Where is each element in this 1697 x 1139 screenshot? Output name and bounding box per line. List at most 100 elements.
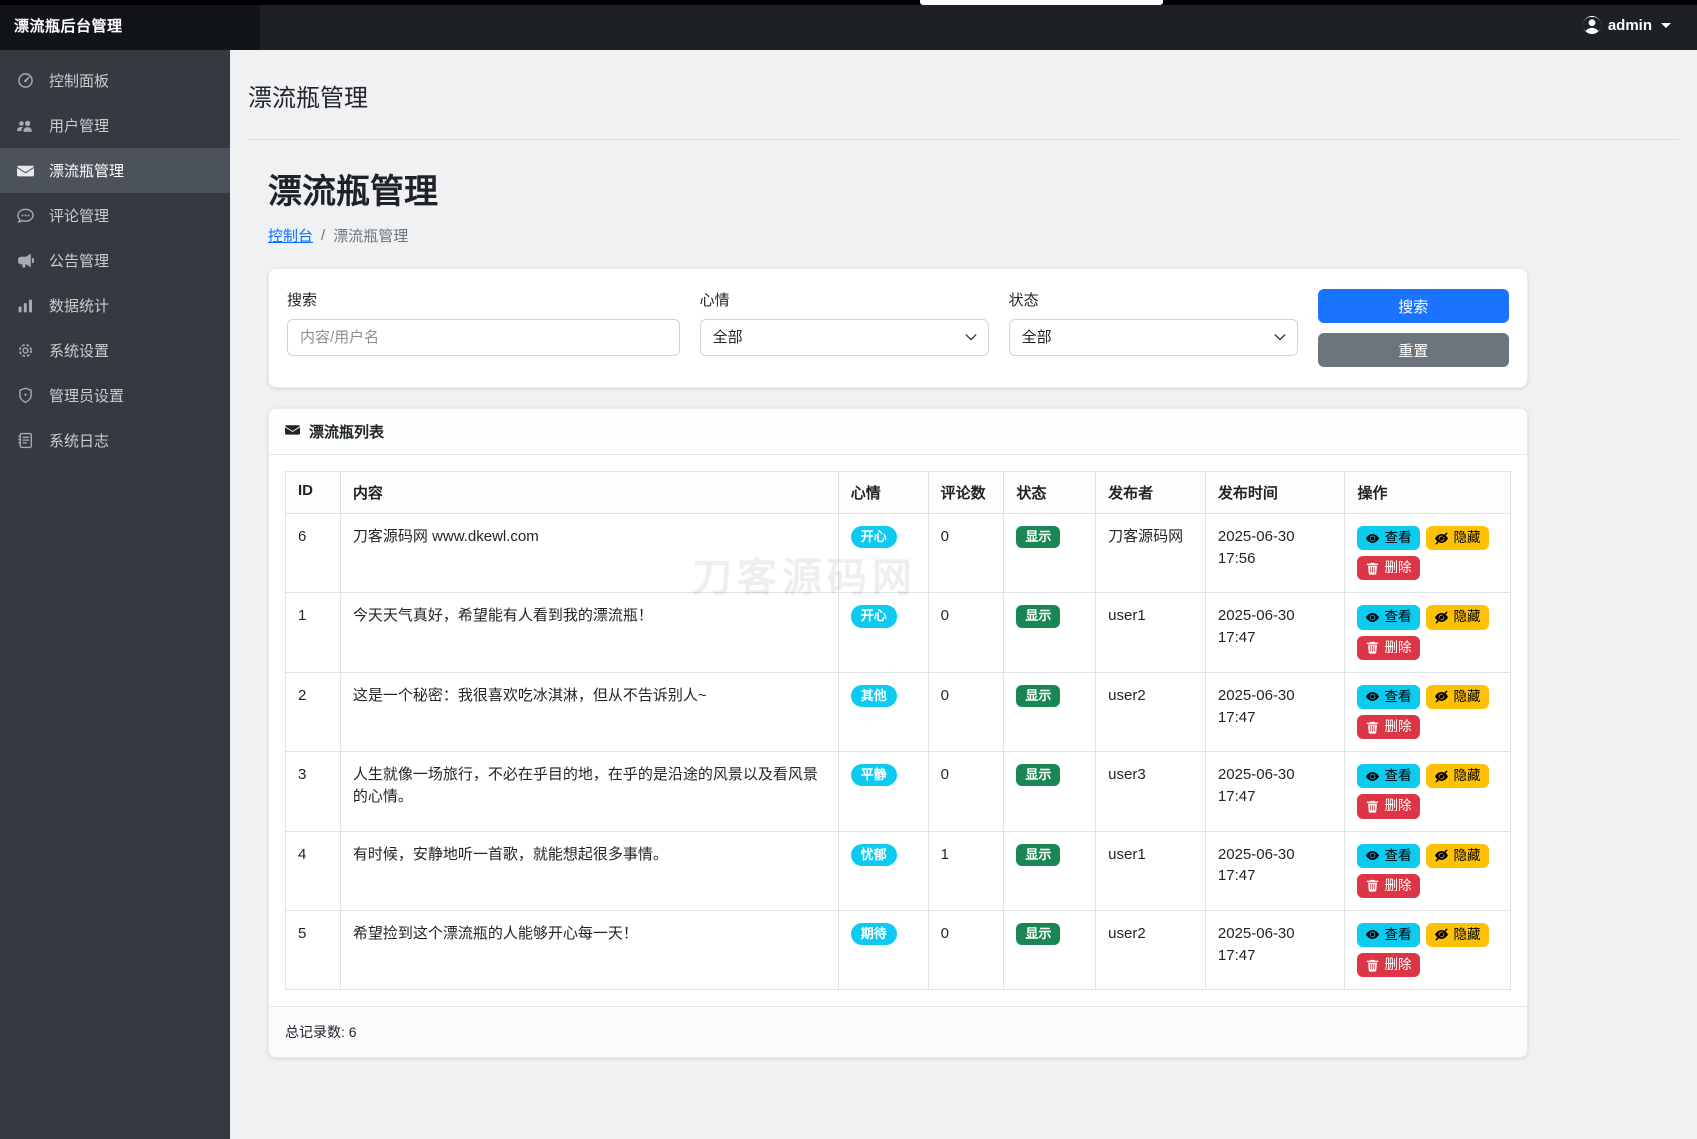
- sidebar-item-label: 系统设置: [49, 340, 109, 361]
- sidebar-item-bottles[interactable]: 漂流瓶管理: [0, 148, 230, 193]
- users-icon: [17, 117, 34, 134]
- sidebar-item-users[interactable]: 用户管理: [0, 103, 230, 148]
- cell-status: 显示: [1004, 910, 1096, 989]
- col-status: 状态: [1004, 472, 1096, 514]
- cell-time: 2025-06-30 17:47: [1205, 672, 1345, 751]
- hide-button[interactable]: 隐藏: [1426, 844, 1489, 868]
- table-row: 5 希望捡到这个漂流瓶的人能够开心每一天！ 期待 0 显示 user2 2025…: [286, 910, 1511, 989]
- view-button[interactable]: 查看: [1357, 605, 1420, 629]
- cell-status: 显示: [1004, 752, 1096, 831]
- sidebar-item-comments[interactable]: 评论管理: [0, 193, 230, 238]
- cell-mood: 开心: [838, 514, 928, 593]
- sidebar-item-admin[interactable]: 管理员设置: [0, 373, 230, 418]
- cell-content: 今天天气真好，希望能有人看到我的漂流瓶！: [340, 593, 838, 672]
- cell-publisher: user1: [1096, 593, 1206, 672]
- page-title: 漂流瓶管理: [248, 78, 1679, 140]
- search-input[interactable]: [287, 319, 680, 356]
- cell-comments: 0: [928, 672, 1004, 751]
- sidebar-item-dashboard[interactable]: 控制面板: [0, 58, 230, 103]
- cell-id: 5: [286, 910, 341, 989]
- table-row: 1 今天天气真好，希望能有人看到我的漂流瓶！ 开心 0 显示 user1 202…: [286, 593, 1511, 672]
- mood-badge: 其他: [851, 685, 897, 707]
- sidebar-item-announcements[interactable]: 公告管理: [0, 238, 230, 283]
- cell-time: 2025-06-30 17:47: [1205, 831, 1345, 910]
- trash-icon: [1366, 562, 1379, 575]
- envelope-icon: [285, 422, 300, 441]
- sidebar-item-logs[interactable]: 系统日志: [0, 418, 230, 463]
- mood-badge: 平静: [851, 764, 897, 786]
- cell-mood: 开心: [838, 593, 928, 672]
- mood-select[interactable]: 全部: [700, 319, 989, 356]
- cell-content: 人生就像一场旅行，不必在乎目的地，在乎的是沿途的风景以及看风景的心情。: [340, 752, 838, 831]
- eye-icon: [1366, 611, 1379, 624]
- view-button[interactable]: 查看: [1357, 685, 1420, 709]
- status-select[interactable]: 全部: [1009, 319, 1298, 356]
- table-row: 4 有时候，安静地听一首歌，就能想起很多事情。 忧郁 1 显示 user1 20…: [286, 831, 1511, 910]
- delete-button[interactable]: 删除: [1357, 636, 1420, 660]
- bottle-table: ID 内容 心情 评论数 状态 发布者 发布时间 操作 6 刀客源码网: [285, 471, 1511, 990]
- cell-comments: 0: [928, 593, 1004, 672]
- cell-actions: 查看 隐藏 删除: [1345, 514, 1511, 593]
- view-button[interactable]: 查看: [1357, 844, 1420, 868]
- status-badge: 显示: [1016, 923, 1060, 945]
- cell-status: 显示: [1004, 514, 1096, 593]
- eye-slash-icon: [1435, 928, 1448, 941]
- breadcrumb: 控制台 / 漂流瓶管理: [268, 225, 1528, 246]
- table-header-row: ID 内容 心情 评论数 状态 发布者 发布时间 操作: [286, 472, 1511, 514]
- cell-actions: 查看 隐藏 删除: [1345, 910, 1511, 989]
- cell-id: 3: [286, 752, 341, 831]
- cell-time: 2025-06-30 17:47: [1205, 593, 1345, 672]
- section-heading: 漂流瓶管理: [268, 164, 1528, 213]
- view-button[interactable]: 查看: [1357, 923, 1420, 947]
- hide-button[interactable]: 隐藏: [1426, 526, 1489, 550]
- cell-id: 6: [286, 514, 341, 593]
- reset-button[interactable]: 重置: [1318, 333, 1509, 367]
- delete-button[interactable]: 删除: [1357, 556, 1420, 580]
- cell-status: 显示: [1004, 831, 1096, 910]
- card-footer: 总记录数: 6: [269, 1006, 1527, 1057]
- status-badge: 显示: [1016, 764, 1060, 786]
- hide-button[interactable]: 隐藏: [1426, 605, 1489, 629]
- cell-comments: 0: [928, 514, 1004, 593]
- cell-publisher: user2: [1096, 910, 1206, 989]
- cell-publisher: 刀客源码网: [1096, 514, 1206, 593]
- sidebar-item-label: 用户管理: [49, 115, 109, 136]
- delete-button[interactable]: 删除: [1357, 715, 1420, 739]
- card-header: 漂流瓶列表: [269, 409, 1527, 455]
- cell-time: 2025-06-30 17:47: [1205, 910, 1345, 989]
- view-button[interactable]: 查看: [1357, 526, 1420, 550]
- top-navbar: 漂流瓶后台管理 admin: [0, 0, 1697, 50]
- status-badge: 显示: [1016, 685, 1060, 707]
- sidebar-item-label: 管理员设置: [49, 385, 124, 406]
- trash-icon: [1366, 641, 1379, 654]
- sidebar-item-label: 评论管理: [49, 205, 109, 226]
- shield-icon: [17, 387, 34, 404]
- cell-mood: 期待: [838, 910, 928, 989]
- user-menu[interactable]: admin: [1583, 0, 1697, 50]
- delete-button[interactable]: 删除: [1357, 794, 1420, 818]
- hide-button[interactable]: 隐藏: [1426, 685, 1489, 709]
- mood-badge: 开心: [851, 526, 897, 548]
- eye-slash-icon: [1435, 611, 1448, 624]
- cell-status: 显示: [1004, 593, 1096, 672]
- delete-button[interactable]: 删除: [1357, 874, 1420, 898]
- table-row: 2 这是一个秘密：我很喜欢吃冰淇淋，但从不告诉别人~ 其他 0 显示 user2…: [286, 672, 1511, 751]
- sidebar-item-statistics[interactable]: 数据统计: [0, 283, 230, 328]
- cell-content: 刀客源码网 www.dkewl.com: [340, 514, 838, 593]
- hide-button[interactable]: 隐藏: [1426, 764, 1489, 788]
- megaphone-icon: [17, 252, 34, 269]
- sidebar-item-label: 漂流瓶管理: [49, 160, 124, 181]
- eye-slash-icon: [1435, 532, 1448, 545]
- sidebar-item-label: 公告管理: [49, 250, 109, 271]
- view-button[interactable]: 查看: [1357, 764, 1420, 788]
- cell-id: 1: [286, 593, 341, 672]
- search-button[interactable]: 搜索: [1318, 289, 1509, 323]
- delete-button[interactable]: 删除: [1357, 953, 1420, 977]
- breadcrumb-link-console[interactable]: 控制台: [268, 225, 313, 246]
- sidebar-item-settings[interactable]: 系统设置: [0, 328, 230, 373]
- col-id: ID: [286, 472, 341, 514]
- user-name: admin: [1608, 17, 1652, 34]
- cell-status: 显示: [1004, 672, 1096, 751]
- hide-button[interactable]: 隐藏: [1426, 923, 1489, 947]
- bottle-table-body: 6 刀客源码网 www.dkewl.com 开心 0 显示 刀客源码网 2025…: [286, 514, 1511, 990]
